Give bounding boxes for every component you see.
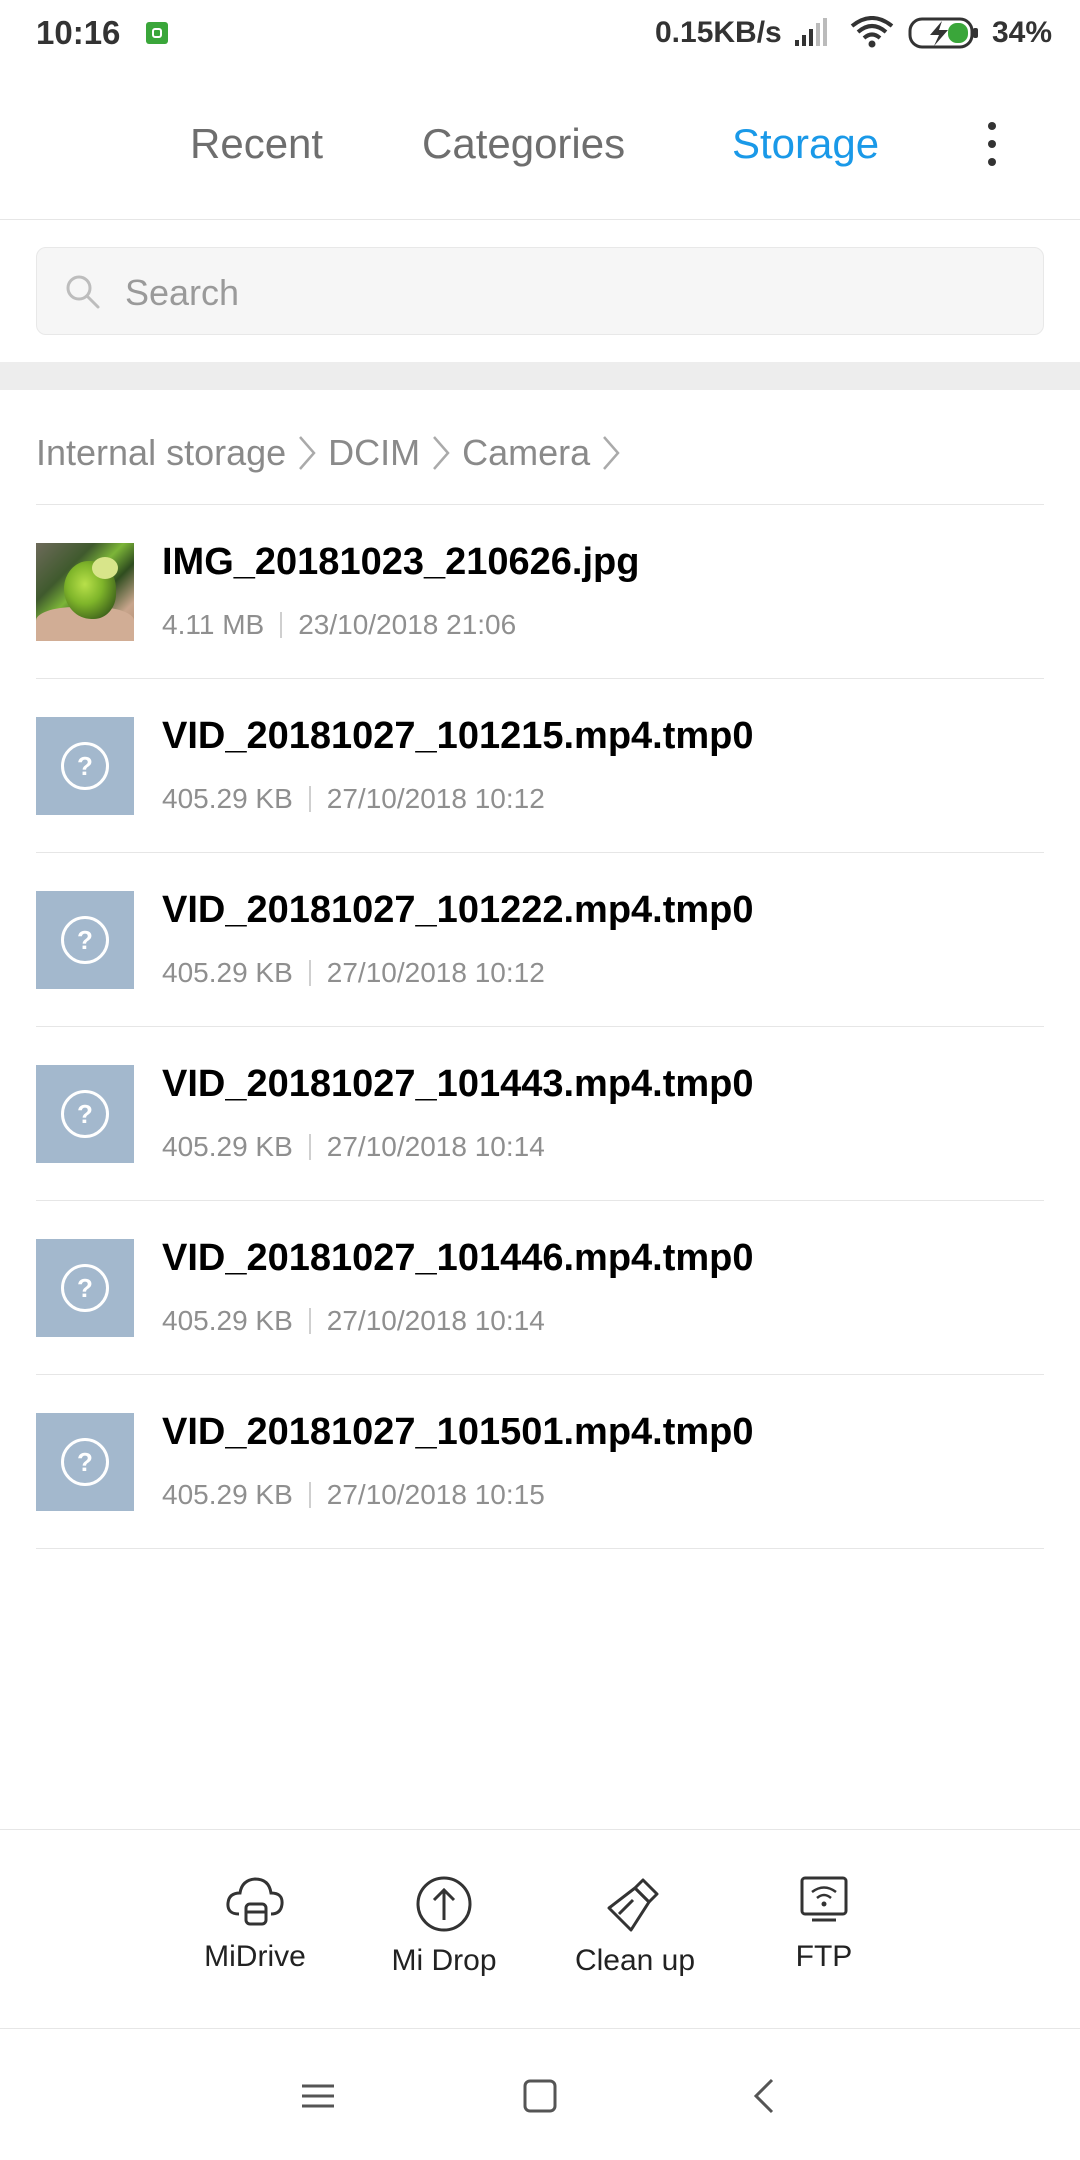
tab-recent[interactable]: Recent (190, 120, 323, 168)
question-mark-icon: ? (61, 1264, 109, 1312)
file-size: 405.29 KB (162, 783, 293, 814)
file-size: 405.29 KB (162, 1479, 293, 1510)
file-row[interactable]: ? VID_20181027_101501.mp4.tmp0 405.29 KB… (36, 1375, 1044, 1549)
breadcrumb-dcim[interactable]: DCIM (328, 432, 420, 474)
file-date: 23/10/2018 21:06 (298, 609, 517, 640)
file-row[interactable]: ? VID_20181027_101215.mp4.tmp0 405.29 KB… (36, 679, 1044, 853)
image-thumbnail (36, 543, 134, 641)
meta-separator (308, 786, 311, 812)
file-name: VID_20181027_101501.mp4.tmp0 (162, 1411, 754, 1453)
midrop-button[interactable]: Mi Drop (354, 1874, 534, 2004)
network-speed: 0.15KB/s (655, 16, 782, 49)
signal-icon (795, 18, 827, 46)
file-name: VID_20181027_101446.mp4.tmp0 (162, 1237, 754, 1279)
file-name: VID_20181027_101443.mp4.tmp0 (162, 1063, 754, 1105)
more-options-icon[interactable] (972, 116, 1012, 172)
meta-separator (308, 1482, 311, 1508)
midrive-button[interactable]: MiDrive (165, 1874, 345, 2004)
ftp-label: FTP (795, 1940, 853, 1973)
unknown-file-icon: ? (36, 891, 134, 989)
question-mark-icon: ? (61, 1090, 109, 1138)
file-meta: 4.11 MB 23/10/2018 21:06 (162, 609, 516, 641)
file-name: VID_20181027_101215.mp4.tmp0 (162, 715, 754, 757)
unknown-file-icon: ? (36, 717, 134, 815)
file-date: 27/10/2018 10:14 (326, 1131, 545, 1162)
question-mark-icon: ? (61, 916, 109, 964)
file-size: 4.11 MB (162, 609, 265, 640)
file-list: IMG_20181023_210626.jpg 4.11 MB 23/10/20… (36, 505, 1044, 1549)
search-icon (66, 275, 100, 309)
battery-percent: 34% (992, 16, 1053, 49)
battery-charging-icon (908, 17, 978, 49)
breadcrumb-internal-storage[interactable]: Internal storage (36, 432, 286, 474)
file-size: 405.29 KB (162, 957, 293, 988)
question-mark-icon: ? (61, 742, 109, 790)
tab-bar: Recent Categories Storage (0, 66, 1080, 220)
file-row[interactable]: IMG_20181023_210626.jpg 4.11 MB 23/10/20… (36, 505, 1044, 679)
wifi-icon (850, 16, 894, 48)
bottom-toolbar: MiDrive Mi Drop Clean up FTP (0, 1829, 1080, 2029)
menu-icon[interactable] (290, 2068, 346, 2124)
ftp-button[interactable]: FTP (734, 1874, 914, 2004)
file-meta: 405.29 KB 27/10/2018 10:14 (162, 1131, 545, 1163)
notification-app-icon (146, 22, 168, 44)
file-name: VID_20181027_101222.mp4.tmp0 (162, 889, 754, 931)
file-row[interactable]: ? VID_20181027_101443.mp4.tmp0 405.29 KB… (36, 1027, 1044, 1201)
chevron-right-icon (433, 436, 450, 470)
file-date: 27/10/2018 10:12 (326, 783, 545, 814)
status-time: 10:16 (36, 14, 121, 51)
status-bar: 10:16 0.15KB/s 34% (0, 0, 1080, 66)
home-icon[interactable] (512, 2068, 568, 2124)
file-meta: 405.29 KB 27/10/2018 10:14 (162, 1305, 545, 1337)
breadcrumb-camera[interactable]: Camera (462, 432, 590, 474)
midrop-label: Mi Drop (391, 1944, 497, 1977)
file-meta: 405.29 KB 27/10/2018 10:12 (162, 783, 545, 815)
breadcrumb: Internal storage DCIM Camera (36, 428, 632, 478)
file-size: 405.29 KB (162, 1305, 293, 1336)
tab-storage[interactable]: Storage (732, 120, 879, 168)
file-name: IMG_20181023_210626.jpg (162, 541, 640, 583)
midrive-label: MiDrive (204, 1940, 306, 1973)
question-mark-icon: ? (61, 1438, 109, 1486)
file-date: 27/10/2018 10:14 (326, 1305, 545, 1336)
file-date: 27/10/2018 10:12 (326, 957, 545, 988)
meta-separator (280, 612, 283, 638)
cloud-drive-icon (226, 1877, 284, 1926)
chevron-right-icon (299, 436, 316, 470)
file-size: 405.29 KB (162, 1131, 293, 1162)
broom-icon (607, 1878, 659, 1932)
file-date: 27/10/2018 10:15 (326, 1479, 545, 1510)
section-divider (0, 362, 1080, 390)
upload-circle-icon (416, 1876, 472, 1932)
meta-separator (308, 1308, 311, 1334)
search-placeholder: Search (125, 272, 240, 313)
meta-separator (308, 960, 311, 986)
system-nav-bar (0, 2030, 1080, 2160)
unknown-file-icon: ? (36, 1239, 134, 1337)
tab-categories[interactable]: Categories (422, 120, 625, 168)
file-meta: 405.29 KB 27/10/2018 10:12 (162, 957, 545, 989)
meta-separator (308, 1134, 311, 1160)
back-icon[interactable] (738, 2068, 794, 2124)
file-row[interactable]: ? VID_20181027_101446.mp4.tmp0 405.29 KB… (36, 1201, 1044, 1375)
chevron-right-icon (603, 436, 620, 470)
cleanup-label: Clean up (574, 1944, 696, 1977)
search-input[interactable]: Search (36, 247, 1044, 335)
ftp-monitor-icon (800, 1876, 848, 1922)
cleanup-button[interactable]: Clean up (545, 1874, 725, 2004)
unknown-file-icon: ? (36, 1413, 134, 1511)
file-row[interactable]: ? VID_20181027_101222.mp4.tmp0 405.29 KB… (36, 853, 1044, 1027)
file-meta: 405.29 KB 27/10/2018 10:15 (162, 1479, 545, 1511)
unknown-file-icon: ? (36, 1065, 134, 1163)
